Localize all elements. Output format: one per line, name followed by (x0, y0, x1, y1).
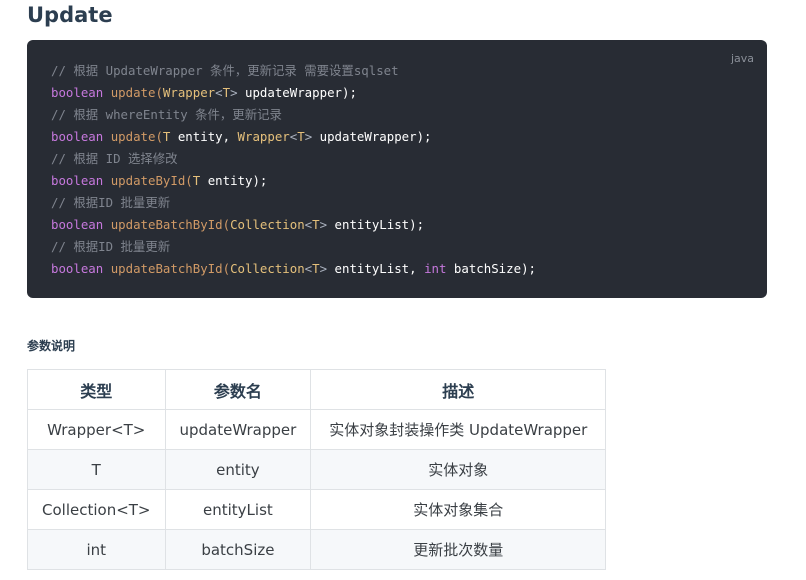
code-param-name: entityList (327, 217, 410, 232)
code-paren: ( (222, 217, 231, 232)
code-method-name: updateById (110, 173, 186, 188)
code-method-line: boolean updateById(T entity); (51, 170, 536, 192)
cell-description: 实体对象 (310, 449, 607, 490)
code-method-name: update (110, 129, 156, 144)
code-generic-type: T (297, 129, 305, 144)
code-comment-line: // 根据 ID 选择修改 (51, 148, 536, 170)
code-comment: // 根据 ID 选择修改 (51, 151, 178, 166)
code-paren: ( (222, 261, 231, 276)
code-generic-type: T (312, 261, 320, 276)
table-row: Collection<T> entityList 实体对象集合 (27, 489, 607, 530)
table-row: int batchSize 更新批次数量 (27, 529, 607, 570)
code-generic-type: T (312, 217, 320, 232)
code-param-type: int (424, 261, 447, 276)
table-row: T entity 实体对象 (27, 449, 607, 490)
code-param-name: batchSize (446, 261, 522, 276)
section-title: Update (27, 3, 113, 27)
code-comment-line: // 根据 whereEntity 条件，更新记录 (51, 104, 536, 126)
code-param-name: entity (200, 173, 253, 188)
code-param-name: entity (170, 129, 223, 144)
code-content[interactable]: // 根据 UpdateWrapper 条件，更新记录 需要设置sqlset bo… (51, 60, 536, 280)
table-row: Wrapper<T> updateWrapper 实体对象封装操作类 Updat… (27, 409, 607, 450)
table-header-row: 类型 参数名 描述 (27, 369, 607, 410)
code-comment-line: // 根据ID 批量更新 (51, 192, 536, 214)
code-method-line: boolean updateBatchById(Collection<T> en… (51, 214, 536, 236)
code-block: java // 根据 UpdateWrapper 条件，更新记录 需要设置sql… (27, 40, 767, 298)
code-keyword: boolean (51, 85, 104, 100)
code-method-name: update (110, 85, 156, 100)
code-angle: > (230, 85, 238, 100)
code-param-name: updateWrapper (312, 129, 417, 144)
code-paren: ( (185, 173, 193, 188)
cell-type: Collection<T> (27, 489, 166, 530)
code-angle: > (319, 217, 328, 232)
code-angle: > (319, 261, 328, 276)
code-close: ); (341, 85, 357, 100)
code-comment: // 根据ID 批量更新 (51, 195, 171, 210)
code-param-type: Collection (230, 217, 305, 232)
cell-description: 实体对象封装操作类 UpdateWrapper (310, 409, 607, 450)
code-method-line: boolean update(Wrapper<T> updateWrapper)… (51, 82, 536, 104)
code-keyword: boolean (51, 173, 104, 188)
code-param-name: entityList (327, 261, 410, 276)
params-heading: 参数说明 (27, 339, 76, 353)
code-param-type: Wrapper (162, 85, 216, 100)
code-method-name: updateBatchById (110, 217, 223, 232)
code-close: ); (521, 261, 536, 276)
code-method-line: boolean update(T entity, Wrapper<T> upda… (51, 126, 536, 148)
code-comment: // 根据ID 批量更新 (51, 239, 171, 254)
code-param-name: updateWrapper (237, 85, 342, 100)
code-comment-line: // 根据ID 批量更新 (51, 236, 536, 258)
code-comment: // 根据 UpdateWrapper 条件，更新记录 需要设置sqlset (51, 63, 399, 78)
code-comma: , (409, 261, 425, 276)
code-angle: < (215, 85, 223, 100)
cell-type: T (27, 449, 166, 490)
code-param-type: Collection (230, 261, 305, 276)
code-close: ); (252, 173, 268, 188)
code-param-type: Wrapper (237, 129, 290, 144)
code-close: ); (416, 129, 432, 144)
code-comment: // 根据 whereEntity 条件，更新记录 (51, 107, 282, 122)
cell-param-name: entityList (164, 489, 312, 530)
header-type: 类型 (27, 369, 166, 410)
code-method-name: updateBatchById (110, 261, 223, 276)
cell-description: 实体对象集合 (310, 489, 607, 530)
cell-type: int (27, 529, 166, 570)
code-paren: ( (155, 85, 163, 100)
code-method-line: boolean updateBatchById(Collection<T> en… (51, 258, 536, 280)
cell-type: Wrapper<T> (27, 409, 166, 450)
code-paren: ( (155, 129, 163, 144)
code-comment-line: // 根据 UpdateWrapper 条件，更新记录 需要设置sqlset (51, 60, 536, 82)
header-param-name: 参数名 (164, 369, 312, 410)
code-keyword: boolean (51, 129, 104, 144)
cell-param-name: entity (164, 449, 312, 490)
params-table: 类型 参数名 描述 Wrapper<T> updateWrapper 实体对象封… (27, 369, 607, 570)
code-close: ); (409, 217, 425, 232)
code-comma: , (222, 129, 238, 144)
code-generic-type: T (222, 85, 231, 100)
code-keyword: boolean (51, 261, 104, 276)
code-keyword: boolean (51, 217, 104, 232)
header-description: 描述 (310, 369, 607, 410)
cell-description: 更新批次数量 (310, 529, 607, 570)
cell-param-name: batchSize (164, 529, 312, 570)
code-language-label: java (730, 52, 754, 65)
cell-param-name: updateWrapper (164, 409, 312, 450)
